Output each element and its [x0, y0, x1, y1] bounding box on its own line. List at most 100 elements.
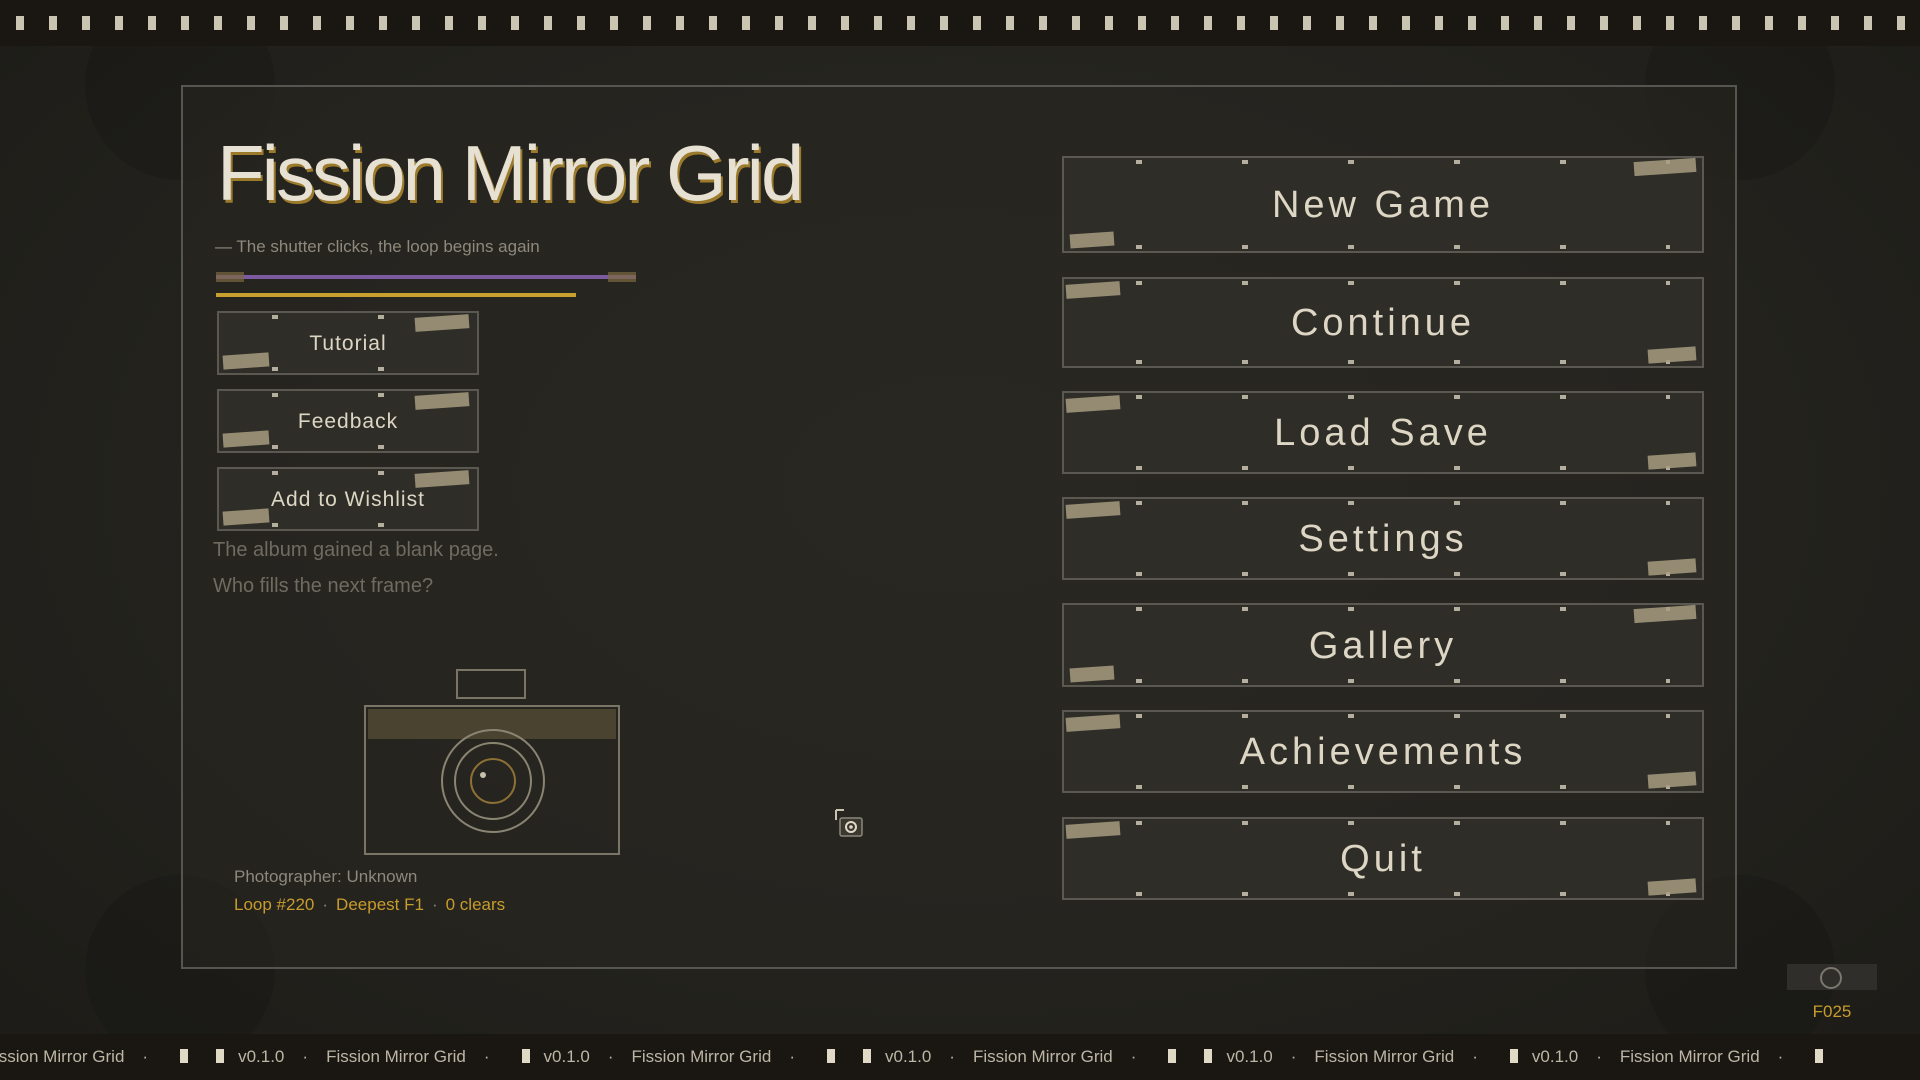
ticker-dot: ·	[483, 1047, 490, 1066]
ticker-dot: ·	[1777, 1047, 1784, 1066]
tutorial-label: Tutorial	[309, 332, 387, 355]
button-dots	[1095, 572, 1671, 576]
new-game-button[interactable]: New Game	[1062, 156, 1704, 253]
film-perforation	[826, 1049, 835, 1063]
button-dots	[1095, 395, 1671, 399]
stats-separator: ·	[322, 895, 329, 914]
button-dots	[1095, 714, 1671, 718]
wishlist-label: Add to Wishlist	[271, 488, 425, 511]
stats-separator: ·	[431, 895, 438, 914]
button-dots	[231, 367, 465, 371]
tutorial-button[interactable]: Tutorial	[217, 311, 479, 375]
load-save-button[interactable]: Load Save	[1062, 391, 1704, 474]
ticker-text: Fission Mirror Grid	[1314, 1047, 1455, 1066]
button-dots	[231, 523, 465, 527]
clear-count: 0 clears	[445, 895, 506, 914]
camera-cursor-icon	[835, 809, 863, 837]
button-dots	[1095, 360, 1671, 364]
shutter-ring-icon	[1820, 967, 1842, 989]
game-title: Fission Mirror Grid	[217, 129, 804, 217]
button-dots	[1095, 821, 1671, 825]
film-perforation	[1815, 1049, 1824, 1063]
tape-decoration	[1647, 346, 1697, 364]
film-perforation	[180, 1049, 189, 1063]
game-tagline: — The shutter clicks, the loop begins ag…	[215, 237, 540, 256]
button-dots	[1095, 160, 1671, 164]
film-strip-top	[0, 0, 1920, 46]
flavor-text-line1: The album gained a blank page.	[213, 539, 499, 561]
gold-divider	[216, 293, 576, 297]
button-dots	[1095, 501, 1671, 505]
tape-decoration	[1633, 157, 1697, 177]
button-dots	[1095, 892, 1671, 896]
deepest-floor: Deepest F1	[336, 895, 424, 914]
film-sprockets	[0, 16, 1920, 30]
ticker-dot: ·	[1472, 1047, 1478, 1066]
ticker-version: v0.1.0	[884, 1047, 932, 1066]
tape-decoration	[1065, 821, 1121, 839]
ticker-version: v0.1.0	[1531, 1047, 1579, 1066]
ticker-dot: ·	[1130, 1047, 1137, 1066]
loop-stats: Loop #220 · Deepest F1 · 0 clears	[234, 895, 505, 915]
tape-decoration	[1633, 604, 1697, 624]
ticker-version: v0.1.0	[1226, 1047, 1273, 1066]
ticker-dot: ·	[607, 1047, 614, 1066]
button-dots	[1095, 607, 1671, 611]
ticker-dot: ·	[1596, 1047, 1602, 1066]
button-dots	[231, 445, 465, 449]
feedback-label: Feedback	[297, 410, 399, 433]
film-perforation	[216, 1049, 225, 1063]
camera-lens-ring	[454, 742, 532, 820]
camera-icon	[364, 669, 620, 855]
film-strip-bottom: ission Mirror Grid · v0.1.0 · Fission Mirror…	[0, 1034, 1920, 1080]
lens-highlight	[480, 772, 486, 778]
ticker-dot: ·	[949, 1047, 955, 1066]
quit-label: Quit	[1340, 838, 1426, 880]
continue-label: Continue	[1290, 302, 1476, 344]
load-save-label: Load Save	[1274, 412, 1492, 454]
button-dots	[1095, 679, 1671, 683]
button-dots	[1095, 245, 1671, 249]
achievements-button[interactable]: Achievements	[1062, 710, 1704, 793]
settings-label: Settings	[1298, 518, 1468, 560]
gallery-button[interactable]: Gallery	[1062, 603, 1704, 687]
film-perforation	[1168, 1049, 1177, 1063]
settings-button[interactable]: Settings	[1062, 497, 1704, 580]
ticker-dot: ·	[789, 1047, 795, 1066]
tape-decoration	[414, 470, 470, 488]
ticker-text: ission Mirror Grid	[0, 1047, 125, 1066]
film-perforation	[1204, 1049, 1213, 1063]
camera-body	[364, 705, 620, 855]
film-perforation	[1509, 1049, 1518, 1063]
ticker-dot: ·	[302, 1047, 309, 1066]
tape-decoration	[1065, 281, 1121, 299]
ticker-dot: ·	[1290, 1047, 1297, 1066]
tape-decoration	[414, 314, 470, 332]
feedback-button[interactable]: Feedback	[217, 389, 479, 453]
ticker-text: Fission Mirror Grid	[1619, 1047, 1760, 1066]
ticker-text: Fission Mirror Grid	[972, 1047, 1113, 1066]
new-game-label: New Game	[1271, 184, 1495, 226]
ticker-dot: ·	[142, 1047, 149, 1066]
film-perforation	[521, 1049, 530, 1063]
tape-decoration	[1065, 395, 1121, 413]
camera-lens	[441, 729, 545, 833]
camera-viewfinder	[456, 669, 526, 699]
purple-divider	[216, 272, 636, 282]
film-perforation	[862, 1049, 871, 1063]
version-ticker: ission Mirror Grid · v0.1.0 · Fission Mirror…	[0, 1047, 1837, 1067]
tape-decoration	[414, 392, 470, 410]
tape-decoration	[1065, 501, 1121, 519]
tape-decoration	[1065, 714, 1121, 732]
button-dots	[1095, 785, 1671, 789]
ticker-text: Fission Mirror Grid	[631, 1047, 772, 1066]
quit-button[interactable]: Quit	[1062, 817, 1704, 900]
frame-indicator: F025	[1777, 954, 1887, 1040]
gallery-label: Gallery	[1308, 625, 1458, 667]
ticker-text: Fission Mirror Grid	[326, 1047, 466, 1066]
continue-button[interactable]: Continue	[1062, 277, 1704, 368]
ticker-version: v0.1.0	[543, 1047, 590, 1066]
wishlist-button[interactable]: Add to Wishlist	[217, 467, 479, 531]
camera-lens-core	[470, 758, 516, 804]
loop-count: Loop #220	[234, 895, 315, 914]
